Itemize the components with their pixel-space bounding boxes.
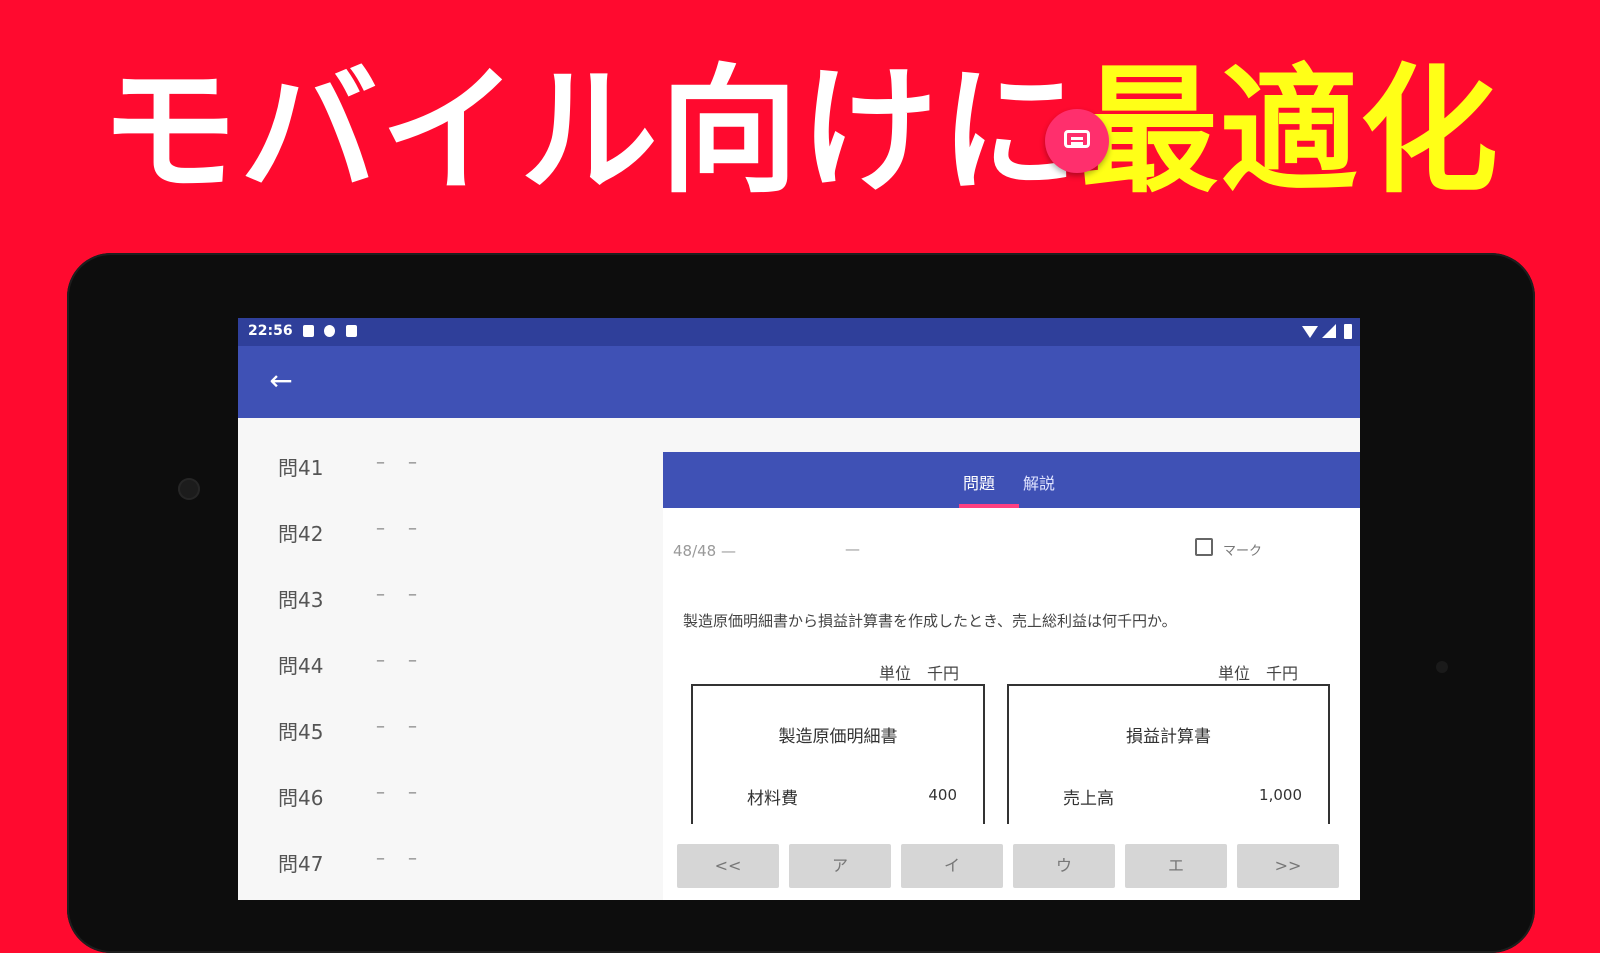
income-statement: 損益計算書 売上高 1,000: [1007, 684, 1330, 824]
status-dash: –: [376, 716, 385, 737]
question-label: 問46: [278, 786, 324, 810]
headline-text: モバイル向けに: [99, 51, 1080, 212]
list-item[interactable]: 問45 – –: [238, 694, 658, 760]
answer-u-button[interactable]: ウ: [1013, 844, 1115, 888]
status-dash: –: [408, 848, 417, 869]
manufacturing-cost-statement: 製造原価明細書 材料費 400: [691, 684, 985, 824]
next-button[interactable]: >>: [1237, 844, 1339, 888]
question-label: 問41: [278, 456, 324, 480]
app-bar: ←: [238, 346, 1360, 418]
list-item[interactable]: 問41 – –: [238, 430, 658, 496]
status-dash: –: [408, 782, 417, 803]
tab-explanation[interactable]: 解説: [1023, 470, 1055, 494]
list-item[interactable]: 問43 – –: [238, 562, 658, 628]
status-dash: –: [376, 452, 385, 473]
status-dash: –: [408, 650, 417, 671]
list-item[interactable]: 問42 – –: [238, 496, 658, 562]
tab-question[interactable]: 問題: [963, 470, 995, 494]
status-time: 22:56: [248, 323, 293, 339]
answer-a-button[interactable]: ア: [789, 844, 891, 888]
status-dash: –: [376, 518, 385, 539]
question-label: 問45: [278, 720, 324, 744]
signal-icon: [1322, 324, 1336, 338]
row-label: 材料費: [747, 789, 798, 809]
mark-label: マーク: [1223, 544, 1263, 559]
list-item[interactable]: 問47 – –: [238, 826, 658, 892]
tab-bar: 問題 解説: [663, 452, 1360, 508]
notification-icon: [303, 325, 314, 337]
sync-icon: [324, 325, 335, 337]
camera-icon: [178, 478, 200, 500]
headline-accent-text: 最適化: [1080, 51, 1501, 212]
row-value: 1,000: [1259, 786, 1302, 804]
unit-label: 単位 千円: [1218, 664, 1299, 683]
answer-i-button[interactable]: イ: [901, 844, 1003, 888]
battery-icon: [1344, 324, 1352, 339]
sensor-dot: [1436, 661, 1448, 673]
row-value: 400: [928, 786, 957, 804]
progress-counter: 48/48 —: [673, 542, 736, 560]
question-text: 製造原価明細書から損益計算書を作成したとき、売上総利益は何千円か。: [683, 612, 1177, 630]
status-bar: 22:56: [238, 318, 1360, 346]
list-item[interactable]: 問46 – –: [238, 760, 658, 826]
mark-checkbox[interactable]: [1195, 538, 1213, 556]
statement-title: 製造原価明細書: [778, 727, 898, 747]
status-dash: –: [408, 452, 417, 473]
status-dash: –: [376, 782, 385, 803]
prev-button[interactable]: <<: [677, 844, 779, 888]
status-dash: –: [376, 848, 385, 869]
status-dash: –: [376, 650, 385, 671]
question-label: 問44: [278, 654, 324, 678]
status-dash: –: [376, 584, 385, 605]
answer-e-button[interactable]: エ: [1125, 844, 1227, 888]
question-label: 問47: [278, 852, 324, 876]
status-dash: –: [408, 716, 417, 737]
unit-label: 単位 千円: [879, 664, 960, 683]
question-label: 問42: [278, 522, 324, 546]
list-item[interactable]: 問44 – –: [238, 628, 658, 694]
chat-icon: [1064, 130, 1090, 148]
storage-icon: [346, 325, 357, 337]
chat-fab-button[interactable]: [1045, 109, 1109, 173]
question-detail: 問題 解説 48/48 — — マーク 製造原価明細書から損益計算書を作成したと…: [663, 452, 1360, 900]
question-label: 問43: [278, 588, 324, 612]
question-list: 問41 – – 問42 – – 問43 – – 問44 – – 問45 – – …: [238, 418, 658, 900]
row-label: 売上高: [1063, 789, 1114, 809]
status-dash: –: [408, 584, 417, 605]
app-screen: 22:56 ← 問41 – – 問42 – – 問43 – – 問44 – –: [238, 318, 1360, 900]
headline: モバイル向けに最適化: [0, 52, 1600, 212]
status-dash: –: [408, 518, 417, 539]
wifi-icon: [1302, 326, 1318, 338]
statement-title: 損益計算書: [1126, 727, 1211, 747]
status-dash: —: [845, 540, 860, 558]
tab-indicator: [959, 504, 1019, 508]
answer-buttons: << ア イ ウ エ >>: [663, 840, 1360, 900]
arrow-left-icon[interactable]: ←: [264, 364, 298, 398]
